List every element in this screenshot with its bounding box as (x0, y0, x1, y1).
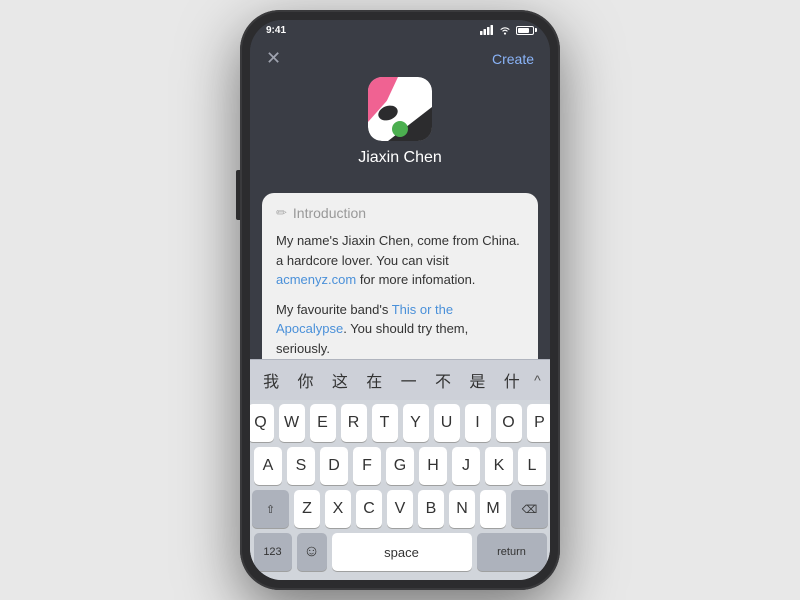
key-A[interactable]: A (254, 447, 282, 485)
edit-icon: ✏ (276, 205, 287, 221)
key-V[interactable]: V (387, 490, 413, 528)
intro-paragraph-1: My name's Jiaxin Chen, come from China. … (276, 231, 524, 290)
emoji-key[interactable]: ☺ (297, 533, 327, 571)
key-F[interactable]: F (353, 447, 381, 485)
chinese-char-3[interactable]: 这 (328, 366, 352, 394)
key-row-3: ⇧ Z X C V B N M ⌫ (252, 490, 548, 528)
time-display: 9:41 (266, 25, 286, 36)
key-O[interactable]: O (496, 404, 522, 442)
wifi-icon (498, 25, 512, 35)
chinese-char-4[interactable]: 在 (362, 366, 386, 394)
signal-icon (480, 25, 494, 35)
key-Q[interactable]: Q (250, 404, 274, 442)
numbers-key[interactable]: 123 (254, 533, 292, 571)
key-P[interactable]: P (527, 404, 551, 442)
key-D[interactable]: D (320, 447, 348, 485)
keyboard: 我 你 这 在 一 不 是 什 ^ Q W E (250, 359, 550, 580)
key-S[interactable]: S (287, 447, 315, 485)
content-area: ✏ Introduction My name's Jiaxin Chen, co… (250, 181, 550, 359)
key-M[interactable]: M (480, 490, 506, 528)
key-Z[interactable]: Z (294, 490, 320, 528)
intro-title: Introduction (293, 205, 366, 221)
key-K[interactable]: K (485, 447, 513, 485)
status-bar: 9:41 (250, 20, 550, 40)
intro-paragraph-2: My favourite band's This or the Apocalyp… (276, 300, 524, 359)
chinese-char-2[interactable]: 你 (294, 366, 318, 394)
chinese-char-8[interactable]: 什 (500, 366, 524, 394)
chinese-suggestion-row: 我 你 这 在 一 不 是 什 ^ (250, 359, 550, 400)
chinese-char-6[interactable]: 不 (431, 366, 455, 394)
key-X[interactable]: X (325, 490, 351, 528)
intro-body: My name's Jiaxin Chen, come from China. … (276, 231, 524, 359)
battery-icon (516, 26, 534, 35)
intro-card[interactable]: ✏ Introduction My name's Jiaxin Chen, co… (262, 193, 538, 359)
key-U[interactable]: U (434, 404, 460, 442)
key-row-2: A S D F G H J K L (252, 447, 548, 485)
create-button[interactable]: Create (492, 51, 534, 67)
key-J[interactable]: J (452, 447, 480, 485)
key-row-1: Q W E R T Y U I O P (252, 404, 548, 442)
key-N[interactable]: N (449, 490, 475, 528)
header: ✕ Create (250, 40, 550, 181)
chinese-char-5[interactable]: 一 (397, 366, 421, 394)
key-T[interactable]: T (372, 404, 398, 442)
acmenyz-link[interactable]: acmenyz.com (276, 272, 356, 287)
key-G[interactable]: G (386, 447, 414, 485)
keyboard-keys: Q W E R T Y U I O P A S (250, 400, 550, 580)
key-B[interactable]: B (418, 490, 444, 528)
shift-key[interactable]: ⇧ (252, 490, 289, 528)
expand-icon[interactable]: ^ (534, 372, 541, 388)
key-row-4: 123 ☺ space return (252, 533, 548, 571)
key-I[interactable]: I (465, 404, 491, 442)
space-key[interactable]: space (332, 533, 472, 571)
chinese-char-7[interactable]: 是 (465, 366, 489, 394)
key-L[interactable]: L (518, 447, 546, 485)
key-Y[interactable]: Y (403, 404, 429, 442)
delete-key[interactable]: ⌫ (511, 490, 548, 528)
status-icons (480, 25, 534, 35)
key-W[interactable]: W (279, 404, 305, 442)
close-button[interactable]: ✕ (266, 48, 281, 69)
return-key[interactable]: return (477, 533, 547, 571)
key-C[interactable]: C (356, 490, 382, 528)
key-H[interactable]: H (419, 447, 447, 485)
username-label: Jiaxin Chen (358, 149, 442, 167)
avatar (368, 77, 432, 141)
chinese-char-1[interactable]: 我 (259, 366, 283, 394)
intro-label-row: ✏ Introduction (276, 205, 524, 221)
key-E[interactable]: E (310, 404, 336, 442)
key-R[interactable]: R (341, 404, 367, 442)
